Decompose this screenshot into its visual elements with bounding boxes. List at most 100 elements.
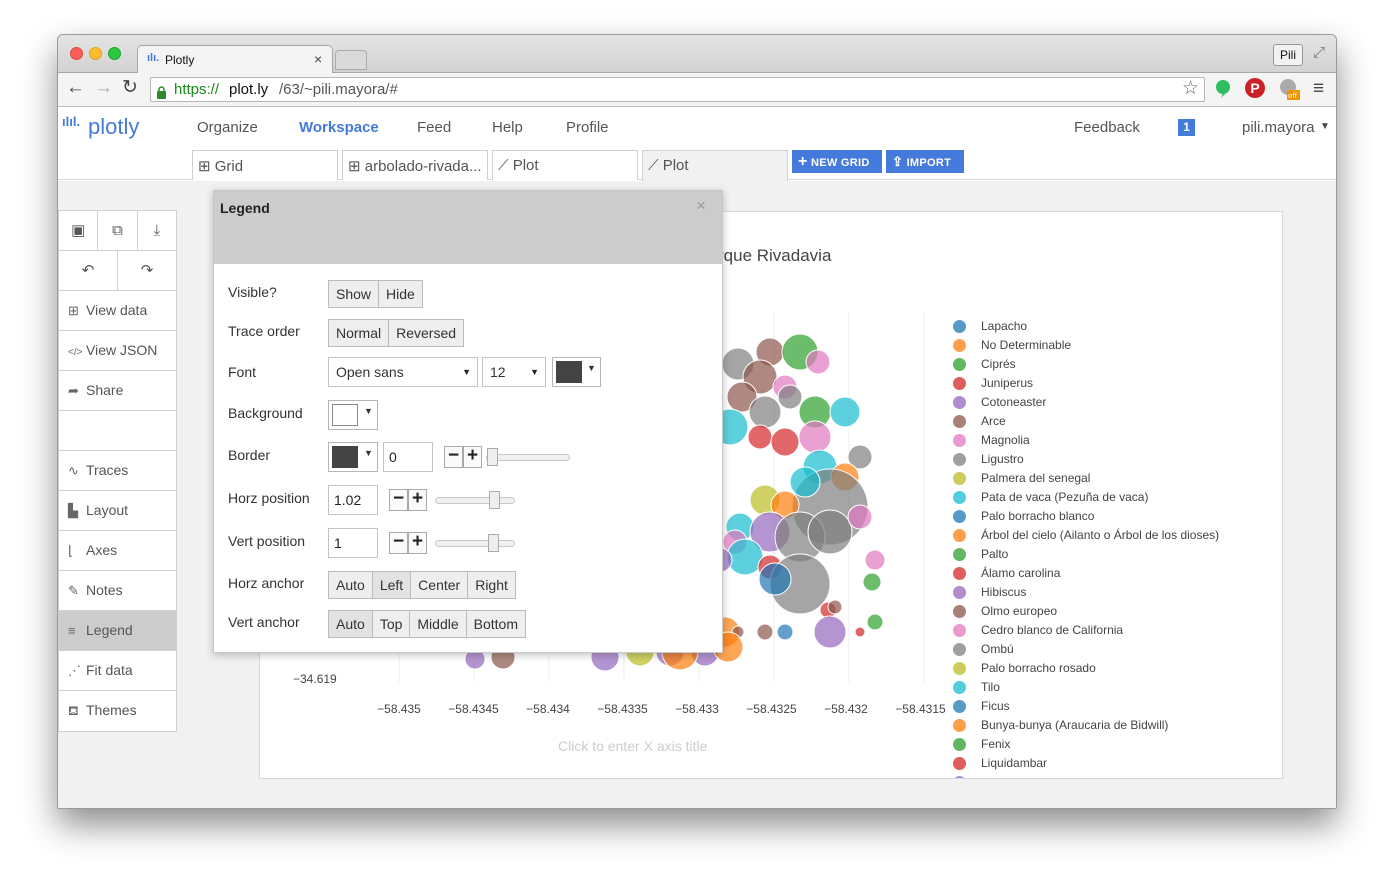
new-grid-button[interactable]: + NEW GRID <box>792 150 882 173</box>
user-menu[interactable]: pili.mayora <box>1242 119 1315 136</box>
middle-button[interactable]: Middle <box>410 611 467 637</box>
minimize-window-button[interactable] <box>89 47 102 60</box>
reload-icon[interactable]: ↻ <box>122 76 138 99</box>
close-icon[interactable]: × <box>696 196 706 216</box>
file-tab-plot-active[interactable]: ⟋ Plot <box>642 150 788 181</box>
bottom-button[interactable]: Bottom <box>467 611 525 637</box>
new-grid-label: NEW GRID <box>811 157 870 169</box>
copy-icon[interactable]: ⧉ <box>98 211 138 250</box>
sidebar-item-view-data[interactable]: ⊞ View data <box>59 291 176 331</box>
horz-position-slider[interactable] <box>435 491 515 509</box>
file-tab-arbolado[interactable]: ⊞ arbolado-rivada... <box>342 150 488 180</box>
border-color-picker[interactable]: ▼ <box>328 442 378 472</box>
pinterest-icon[interactable]: P <box>1245 78 1265 98</box>
font-family-select[interactable]: Open sans ▼ <box>328 357 478 387</box>
bookmark-star-icon[interactable]: ☆ <box>1182 77 1199 100</box>
horz-position-input[interactable]: 1.02 <box>328 485 378 515</box>
plus-button[interactable]: + <box>408 532 427 554</box>
vert-position-slider[interactable] <box>435 534 515 552</box>
nav-organize[interactable]: Organize <box>197 119 258 136</box>
legend-marker <box>953 510 966 523</box>
profile-button[interactable]: Pili <box>1273 44 1303 66</box>
browser-tab-plotly[interactable]: ılı. Plotly × <box>137 45 333 74</box>
x-tick-label: −58.4345 <box>448 702 499 716</box>
background-color-picker[interactable]: ▼ <box>328 400 378 430</box>
nav-workspace[interactable]: Workspace <box>299 119 379 136</box>
border-width-slider[interactable] <box>486 448 570 466</box>
right-button[interactable]: Right <box>468 572 515 598</box>
legend-marker <box>953 681 966 694</box>
plus-button[interactable]: + <box>408 489 427 511</box>
sidebar-item-themes[interactable]: ⛾ Themes <box>59 691 176 731</box>
border-width-input[interactable]: 0 <box>383 442 433 472</box>
sidebar-item-layout[interactable]: ▙ Layout <box>59 491 176 531</box>
sidebar-item-notes[interactable]: ✎ Notes <box>59 571 176 611</box>
nav-profile[interactable]: Profile <box>566 119 609 136</box>
address-bar[interactable]: https:// plot.ly /63/~pili.mayora/# ☆ <box>150 77 1205 102</box>
legend-label: Pata de vaca (Pezuña de vaca) <box>981 490 1149 504</box>
feedback-link[interactable]: Feedback <box>1074 119 1140 136</box>
minus-button[interactable]: − <box>389 489 408 511</box>
table-icon: ⊞ <box>68 303 79 318</box>
import-button[interactable]: ⇪ IMPORT <box>886 150 964 173</box>
x-axis-title-placeholder[interactable]: Click to enter X axis title <box>558 738 707 754</box>
slider-handle[interactable] <box>489 491 500 509</box>
file-tab-plot[interactable]: ⟋ Plot <box>492 150 638 180</box>
redo-icon[interactable]: ↷ <box>118 251 176 290</box>
extension-off-icon[interactable]: off <box>1278 77 1300 101</box>
nav-feed[interactable]: Feed <box>417 119 451 136</box>
notification-badge[interactable]: 1 <box>1178 119 1195 136</box>
legend-label: Hibiscus <box>981 585 1027 599</box>
file-tab-grid[interactable]: ⊞ Grid <box>192 150 338 180</box>
fullscreen-icon[interactable]: ⤢ <box>1313 44 1325 61</box>
undo-icon[interactable]: ↶ <box>59 251 118 290</box>
reversed-button[interactable]: Reversed <box>389 320 463 346</box>
zoom-window-button[interactable] <box>108 47 121 60</box>
legend-marker <box>953 643 966 656</box>
auto-button[interactable]: Auto <box>329 572 373 598</box>
close-window-button[interactable] <box>70 47 83 60</box>
minus-button[interactable]: − <box>444 446 463 468</box>
evernote-extension-icon[interactable] <box>1215 79 1231 99</box>
hide-button[interactable]: Hide <box>379 281 422 307</box>
border-row: Border ▼ 0 − + <box>214 442 724 476</box>
plus-button[interactable]: + <box>463 446 482 468</box>
top-button[interactable]: Top <box>373 611 411 637</box>
caret-down-icon[interactable]: ▼ <box>1320 121 1330 132</box>
slider-handle[interactable] <box>487 448 498 466</box>
forward-arrow-icon[interactable]: → <box>94 77 113 99</box>
new-tab-button[interactable] <box>335 50 367 70</box>
sidebar-item-legend[interactable]: ≡ Legend <box>59 611 176 651</box>
minus-button[interactable]: − <box>389 532 408 554</box>
font-color-picker[interactable]: ▼ <box>552 357 601 387</box>
background-color-swatch <box>332 404 358 426</box>
caret-down-icon: ▼ <box>364 406 373 416</box>
sidebar-item-axes[interactable]: ⌊ Axes <box>59 531 176 571</box>
sidebar-item-fit-data[interactable]: ⋰ Fit data <box>59 651 176 691</box>
back-arrow-icon[interactable]: ← <box>66 77 85 99</box>
sidebar-item-view-json[interactable]: </> View JSON <box>59 331 176 371</box>
horz-position-label: Horz position <box>228 490 310 506</box>
center-button[interactable]: Center <box>411 572 469 598</box>
normal-button[interactable]: Normal <box>329 320 390 346</box>
download-icon[interactable]: ⤓ <box>138 211 176 250</box>
plotly-logo[interactable]: plotly <box>88 114 139 140</box>
font-size-select[interactable]: 12 ▼ <box>482 357 546 387</box>
sidebar-item-label: Legend <box>86 622 133 638</box>
sidebar-item-traces[interactable]: ∿ Traces <box>59 451 176 491</box>
legend-label: Cedro blanco de California <box>981 623 1124 637</box>
vert-position-input[interactable]: 1 <box>328 528 378 558</box>
legend-panel-header[interactable]: Legend × <box>214 191 722 264</box>
nav-help[interactable]: Help <box>492 119 523 136</box>
slider-handle[interactable] <box>488 534 499 552</box>
left-button[interactable]: Left <box>372 572 412 598</box>
x-tick-label: −58.4325 <box>746 702 797 716</box>
tab-close-icon[interactable]: × <box>314 51 322 67</box>
save-icon[interactable]: ▣ <box>59 211 99 250</box>
menu-icon[interactable]: ≡ <box>1313 78 1324 100</box>
auto-button[interactable]: Auto <box>329 611 373 637</box>
x-tick-label: −58.433 <box>675 702 719 716</box>
legend-marker <box>953 738 966 751</box>
show-button[interactable]: Show <box>329 281 380 307</box>
sidebar-item-share[interactable]: ➦ Share <box>59 371 176 411</box>
